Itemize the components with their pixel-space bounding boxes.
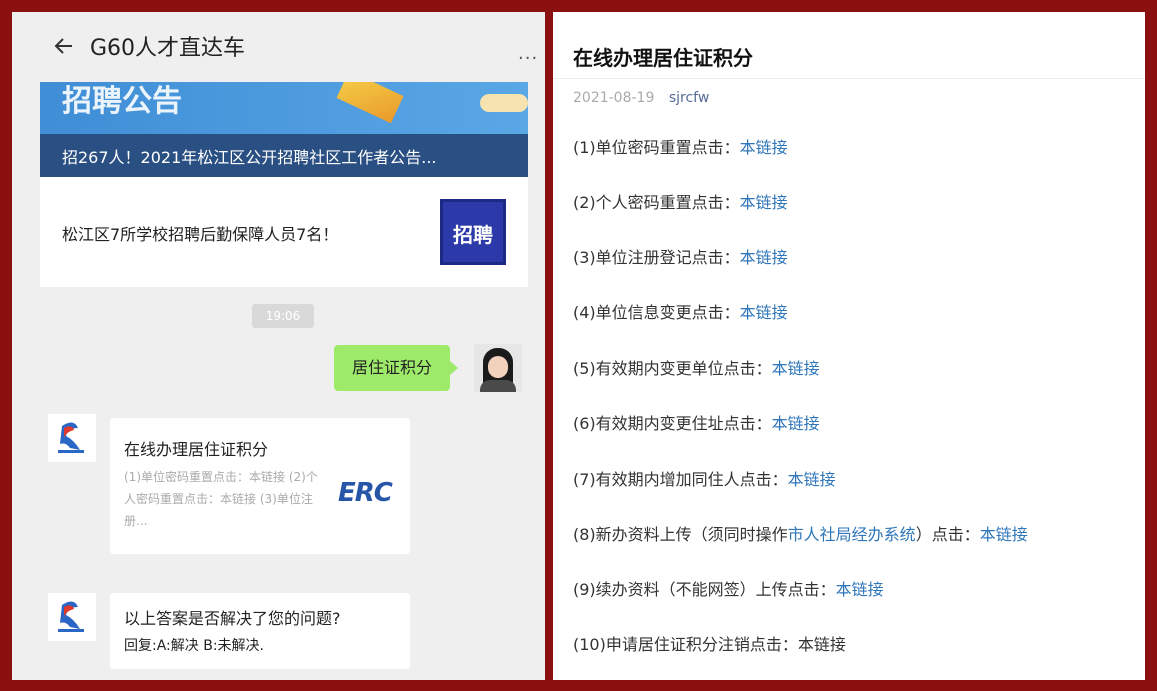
banner-caption: 招267人！2021年松江区公开招聘社区工作者公告... — [40, 134, 528, 177]
pencil-graphic — [336, 82, 404, 124]
bot-reply-bubble[interactable]: 以上答案是否解决了您的问题? 回复:A:解决 B:未解决. — [110, 593, 410, 669]
chat-title: G60人才直达车 — [90, 36, 246, 61]
list-item: (6)有效期内变更住址点击：本链接 — [573, 410, 820, 434]
item-text: (10)申请居住证积分注销点击： — [573, 635, 798, 654]
item-link[interactable]: 本链接 — [772, 414, 820, 433]
notice-text: 松江区7所学校招聘后勤保障人员7名！ — [62, 225, 339, 244]
item-plain-text: 本链接 — [797, 635, 846, 654]
item-text: (6)有效期内变更住址点击： — [573, 414, 772, 433]
user-avatar[interactable] — [474, 344, 522, 392]
thumbnail-logo-text: ERC — [338, 478, 393, 508]
item-link[interactable]: 本链接 — [836, 580, 884, 599]
item-text: (5)有效期内变更单位点击： — [573, 359, 772, 378]
article-title: 在线办理居住证积分 — [124, 440, 269, 459]
article-meta: 2021-08-19 sjrcfw — [573, 90, 709, 106]
more-icon[interactable]: ··· — [518, 48, 538, 69]
list-item: (1)单位密码重置点击：本链接 — [573, 134, 788, 158]
item-text: (9)续办资料（不能网签）上传点击： — [573, 580, 836, 599]
system-link[interactable]: 市人社局经办系统 — [788, 525, 916, 544]
author-link[interactable]: sjrcfw — [669, 90, 709, 106]
item-text: (2)个人密码重置点击： — [573, 193, 740, 212]
article-panel: 在线办理居住证积分 2021-08-19 sjrcfw (1)单位密码重置点击：… — [553, 12, 1145, 680]
article-card[interactable]: 在线办理居住证积分 (1)单位密码重置点击：本链接 (2)个人密码重置点击：本链… — [110, 418, 410, 554]
banner-image: 招聘公告 — [40, 82, 528, 134]
list-item: (5)有效期内变更单位点击：本链接 — [573, 355, 820, 379]
chat-titlebar: G60人才直达车 ··· — [12, 12, 545, 78]
item-link[interactable]: 本链接 — [740, 138, 788, 157]
divider — [553, 78, 1145, 79]
scroll-graphic — [480, 94, 528, 112]
message-timestamp: 19:06 — [252, 304, 314, 328]
item-link[interactable]: 本链接 — [772, 359, 820, 378]
item-link[interactable]: 本链接 — [788, 470, 836, 489]
item-link[interactable]: 本链接 — [980, 525, 1028, 544]
recruitment-banner-card[interactable]: 招聘公告 招267人！2021年松江区公开招聘社区工作者公告... — [40, 82, 528, 177]
article-thumbnail: ERC — [336, 470, 400, 532]
list-item: (3)单位注册登记点击：本链接 — [573, 244, 788, 268]
item-text-suffix: ）点击： — [915, 525, 980, 544]
item-text: (1)单位密码重置点击： — [573, 138, 740, 157]
item-link[interactable]: 本链接 — [740, 193, 788, 212]
bot-logo-icon[interactable] — [48, 593, 96, 641]
recruit-thumbnail: 招聘 — [440, 199, 506, 265]
item-link[interactable]: 本链接 — [740, 248, 788, 267]
item-text: (4)单位信息变更点击： — [573, 303, 740, 322]
item-text: (7)有效期内增加同住人点击： — [573, 470, 788, 489]
publish-date: 2021-08-19 — [573, 90, 655, 106]
banner-hint-text: 招聘公告 — [62, 84, 182, 119]
reply-options: 回复:A:解决 B:未解决. — [124, 638, 264, 654]
reply-question: 以上答案是否解决了您的问题? — [124, 609, 341, 628]
list-item: (7)有效期内增加同住人点击：本链接 — [573, 466, 836, 490]
list-item: (10)申请居住证积分注销点击：本链接 — [573, 631, 846, 655]
user-message-bubble[interactable]: 居住证积分 — [334, 345, 459, 391]
list-item: (8)新办资料上传（须同时操作市人社局经办系统）点击：本链接 — [573, 521, 1028, 545]
item-text: (8)新办资料上传（须同时操作 — [573, 525, 788, 544]
bot-logo-icon[interactable] — [48, 414, 96, 462]
list-item: (4)单位信息变更点击：本链接 — [573, 299, 788, 323]
article-page-title: 在线办理居住证积分 — [573, 46, 753, 70]
chat-panel: G60人才直达车 ··· 招聘公告 招267人！2021年松江区公开招聘社区工作… — [12, 12, 545, 680]
item-link[interactable]: 本链接 — [740, 303, 788, 322]
list-item: (2)个人密码重置点击：本链接 — [573, 189, 788, 213]
list-item: (9)续办资料（不能网签）上传点击：本链接 — [573, 576, 884, 600]
recruitment-notice-item[interactable]: 松江区7所学校招聘后勤保障人员7名！ 招聘 — [40, 177, 528, 287]
item-text: (3)单位注册登记点击： — [573, 248, 740, 267]
article-summary: (1)单位密码重置点击：本链接 (2)个人密码重置点击：本链接 (3)单位注册.… — [124, 470, 318, 528]
back-arrow-icon[interactable] — [52, 34, 76, 58]
